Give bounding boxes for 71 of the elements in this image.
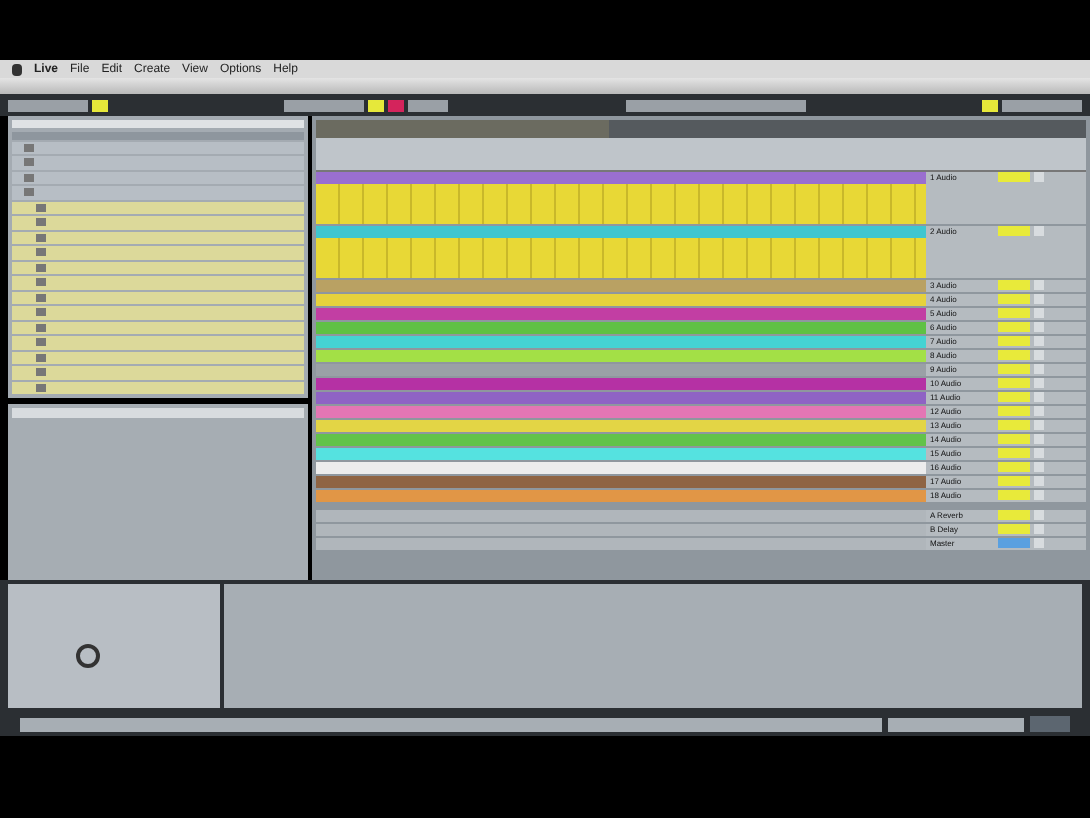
clip[interactable] — [316, 420, 926, 432]
clip[interactable] — [316, 490, 926, 502]
clip[interactable] — [316, 350, 926, 362]
clip[interactable] — [316, 406, 926, 418]
browser-row[interactable] — [12, 351, 304, 364]
activator-button[interactable] — [998, 294, 1030, 304]
activator-button[interactable] — [998, 172, 1030, 182]
activator-button[interactable] — [998, 226, 1030, 236]
activator-button[interactable] — [998, 434, 1030, 444]
browser-row[interactable] — [12, 156, 304, 169]
browser-row[interactable] — [12, 216, 304, 229]
key-map-button[interactable] — [981, 99, 998, 111]
cpu-meter — [1001, 99, 1082, 111]
activator-button[interactable] — [998, 448, 1030, 458]
activator-button[interactable] — [998, 322, 1030, 332]
activator-button[interactable] — [998, 336, 1030, 346]
activator-button[interactable] — [998, 490, 1030, 500]
activator-button[interactable] — [998, 350, 1030, 360]
apple-icon[interactable] — [12, 63, 22, 75]
browser-row[interactable] — [12, 141, 304, 154]
clip[interactable] — [316, 294, 926, 306]
play-button[interactable] — [368, 99, 385, 111]
clip[interactable] — [316, 336, 926, 348]
clip[interactable] — [316, 462, 926, 474]
browser-row[interactable] — [12, 381, 304, 394]
activator-button[interactable] — [998, 510, 1030, 520]
loop-display[interactable] — [408, 99, 449, 111]
clip[interactable] — [316, 392, 926, 404]
activator-button[interactable] — [998, 406, 1030, 416]
browser-row[interactable] — [12, 366, 304, 379]
browser-row[interactable] — [12, 186, 304, 199]
activator-button[interactable] — [998, 392, 1030, 402]
loop-position-display[interactable] — [625, 99, 806, 111]
browser-row[interactable] — [12, 261, 304, 274]
activator-button[interactable] — [998, 538, 1030, 548]
clip[interactable] — [316, 172, 926, 224]
status-field — [888, 717, 1024, 731]
browser-row[interactable] — [12, 306, 304, 319]
activator-button[interactable] — [998, 364, 1030, 374]
clip[interactable] — [316, 280, 926, 292]
browser-row[interactable] — [12, 276, 304, 289]
activator-button[interactable] — [998, 462, 1030, 472]
clip[interactable] — [316, 364, 926, 376]
solo-button[interactable] — [1034, 226, 1044, 236]
browser-row[interactable] — [12, 321, 304, 334]
activator-button[interactable] — [998, 476, 1030, 486]
activator-button[interactable] — [998, 378, 1030, 388]
position-display[interactable] — [284, 99, 365, 111]
browser-row[interactable] — [12, 336, 304, 349]
overview-bar[interactable] — [316, 120, 1086, 138]
clip[interactable] — [316, 476, 926, 488]
browser-row[interactable] — [12, 246, 304, 259]
tap-button[interactable] — [92, 99, 108, 111]
search-field[interactable] — [12, 120, 304, 129]
knob-icon[interactable] — [76, 644, 100, 668]
activator-button[interactable] — [998, 524, 1030, 534]
tempo-display[interactable] — [8, 99, 88, 111]
browser-row[interactable] — [12, 291, 304, 304]
clip[interactable] — [316, 434, 926, 446]
solo-button[interactable] — [1034, 172, 1044, 182]
browser-row[interactable] — [12, 171, 304, 184]
clip[interactable] — [316, 308, 926, 320]
browser-row[interactable] — [12, 231, 304, 244]
clip[interactable] — [316, 448, 926, 460]
clip[interactable] — [316, 226, 926, 278]
activator-button[interactable] — [998, 308, 1030, 318]
browser-row[interactable] — [12, 201, 304, 214]
clip[interactable] — [316, 378, 926, 390]
clip[interactable] — [316, 322, 926, 334]
activator-button[interactable] — [998, 420, 1030, 430]
activator-button[interactable] — [998, 280, 1030, 290]
